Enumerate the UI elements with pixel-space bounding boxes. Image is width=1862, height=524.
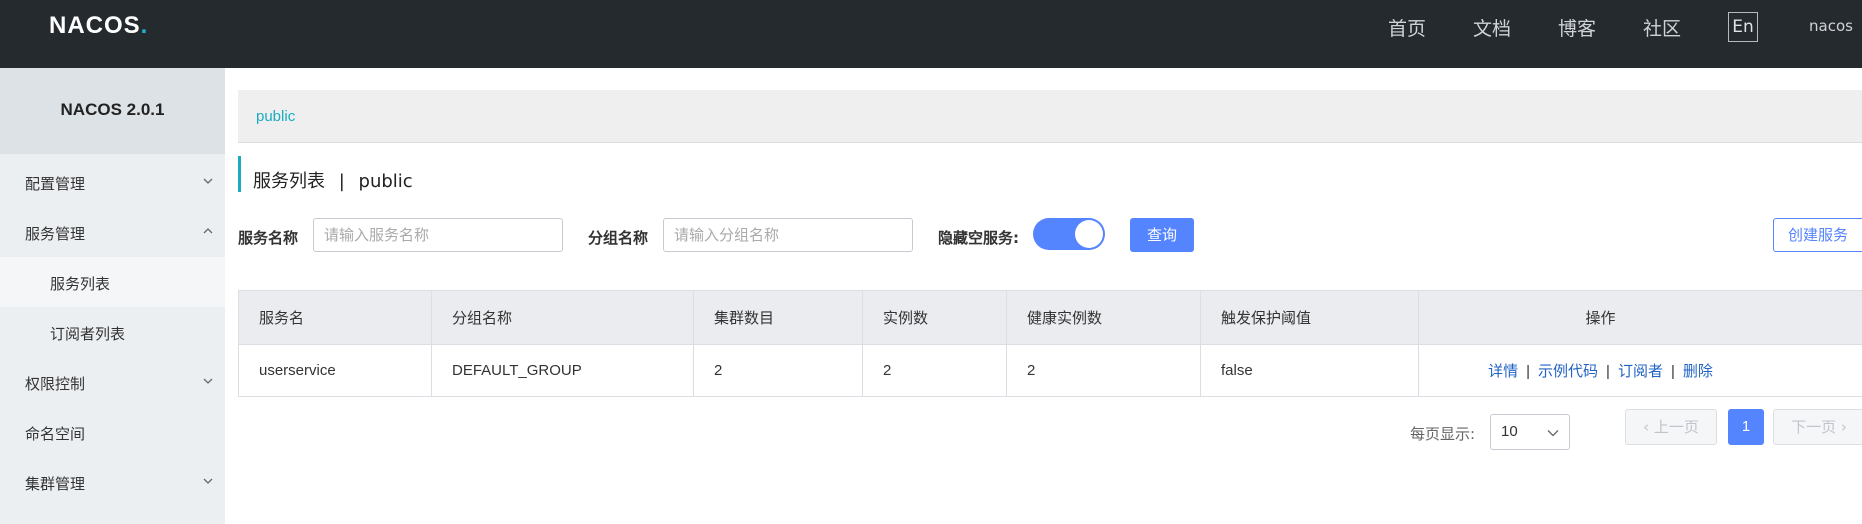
- sidebar-item-label: 命名空间: [25, 425, 86, 443]
- logo-accent-dot: .: [140, 12, 149, 39]
- hide-empty-services-label: 隐藏空服务:: [938, 229, 1019, 247]
- sidebar-item-label: 集群管理: [25, 475, 86, 493]
- table-row: userservice DEFAULT_GROUP 2 2 2 false 详情…: [238, 344, 1862, 397]
- page-title-namespace: public: [358, 171, 413, 192]
- chevron-down-icon: [203, 378, 213, 384]
- nav-docs[interactable]: 文档: [1473, 14, 1511, 41]
- prev-page-button[interactable]: ‹ 上一页: [1625, 409, 1717, 445]
- nav-blog[interactable]: 博客: [1558, 14, 1596, 41]
- column-header-cluster-count[interactable]: 集群数目: [693, 290, 863, 345]
- group-name-input[interactable]: [663, 218, 913, 252]
- chevron-left-icon: ‹: [1643, 418, 1650, 436]
- delete-link[interactable]: 删除: [1683, 363, 1713, 380]
- cell-group-name: DEFAULT_GROUP: [431, 344, 694, 397]
- sidebar-item-subscriber-list[interactable]: 订阅者列表: [0, 307, 225, 357]
- page-size-value: 10: [1501, 423, 1518, 440]
- page-size-label: 每页显示:: [1410, 425, 1476, 443]
- language-switch-button[interactable]: En: [1728, 12, 1758, 42]
- cell-cluster-count: 2: [693, 344, 863, 397]
- column-header-service-name[interactable]: 服务名: [238, 290, 432, 345]
- column-header-instance-count[interactable]: 实例数: [862, 290, 1007, 345]
- action-separator: |: [1606, 363, 1610, 380]
- prev-page-label: 上一页: [1653, 418, 1699, 436]
- sidebar-item-label: 服务管理: [25, 225, 86, 243]
- sidebar-item-service-management[interactable]: 服务管理: [0, 207, 225, 257]
- cell-actions: 详情 | 示例代码 | 订阅者 | 删除: [1418, 344, 1862, 397]
- chevron-right-icon: ›: [1840, 418, 1847, 436]
- page-size-select[interactable]: 10: [1490, 414, 1570, 450]
- nav-home[interactable]: 首页: [1388, 14, 1426, 41]
- sidebar-header: NACOS 2.0.1: [0, 68, 225, 154]
- service-name-label: 服务名称: [238, 229, 299, 247]
- nav-community[interactable]: 社区: [1643, 14, 1681, 41]
- table-header-row: 服务名 分组名称 集群数目 实例数 健康实例数 触发保护阈值 操作: [238, 290, 1862, 345]
- service-table: 服务名 分组名称 集群数目 实例数 健康实例数 触发保护阈值 操作 userse…: [238, 290, 1862, 397]
- nacos-logo[interactable]: NACOS.: [49, 12, 148, 40]
- column-header-actions: 操作: [1418, 290, 1862, 345]
- query-button[interactable]: 查询: [1130, 218, 1194, 252]
- chevron-down-icon: [203, 178, 213, 184]
- namespace-tab-public[interactable]: public: [256, 108, 295, 125]
- namespace-bar: public: [238, 90, 1862, 143]
- sample-code-link[interactable]: 示例代码: [1538, 363, 1598, 380]
- column-header-healthy-instances[interactable]: 健康实例数: [1006, 290, 1201, 345]
- next-page-button[interactable]: 下一页 ›: [1773, 409, 1862, 445]
- page-title-separator: |: [338, 171, 345, 192]
- sidebar-item-namespace[interactable]: 命名空间: [0, 407, 225, 457]
- sidebar-item-label: 订阅者列表: [50, 325, 126, 343]
- subscribers-link[interactable]: 订阅者: [1618, 363, 1663, 380]
- sidebar-item-label: 权限控制: [25, 375, 86, 393]
- cell-protect-threshold: false: [1200, 344, 1419, 397]
- sidebar-item-cluster-management[interactable]: 集群管理: [0, 457, 225, 507]
- cell-healthy-instances: 2: [1006, 344, 1201, 397]
- page-title: 服务列表 | public: [253, 167, 413, 193]
- toggle-knob: [1075, 220, 1103, 248]
- top-navbar: NACOS. 首页 文档 博客 社区 En nacos: [0, 0, 1862, 68]
- next-page-label: 下一页: [1791, 418, 1837, 436]
- sidebar-item-label: 服务列表: [50, 275, 111, 293]
- create-service-button[interactable]: 创建服务: [1773, 218, 1862, 252]
- action-separator: |: [1526, 363, 1531, 380]
- cell-service-name: userservice: [238, 344, 432, 397]
- sidebar-title: NACOS 2.0.1: [60, 100, 165, 119]
- cell-instance-count: 2: [862, 344, 1007, 397]
- page-number-current[interactable]: 1: [1728, 409, 1764, 445]
- hide-empty-services-toggle[interactable]: [1033, 218, 1105, 250]
- user-name[interactable]: nacos: [1809, 17, 1853, 35]
- column-header-group-name[interactable]: 分组名称: [431, 290, 694, 345]
- page-title-text: 服务列表: [253, 171, 325, 192]
- sidebar-item-service-list[interactable]: 服务列表: [0, 257, 225, 307]
- detail-link[interactable]: 详情: [1488, 363, 1518, 380]
- chevron-up-icon: [203, 228, 213, 234]
- chevron-down-icon: [1547, 430, 1559, 437]
- sidebar: NACOS 2.0.1 配置管理 服务管理 服务列表 订阅者列表 权限控制 命名…: [0, 68, 225, 524]
- service-name-input[interactable]: [313, 218, 563, 252]
- sidebar-item-config-management[interactable]: 配置管理: [0, 157, 225, 207]
- action-separator: |: [1670, 363, 1675, 380]
- sidebar-item-access-control[interactable]: 权限控制: [0, 357, 225, 407]
- sidebar-item-label: 配置管理: [25, 175, 86, 193]
- chevron-down-icon: [203, 478, 213, 484]
- title-accent-bar: [238, 156, 241, 192]
- group-name-label: 分组名称: [588, 229, 649, 247]
- column-header-protect-threshold[interactable]: 触发保护阈值: [1200, 290, 1419, 345]
